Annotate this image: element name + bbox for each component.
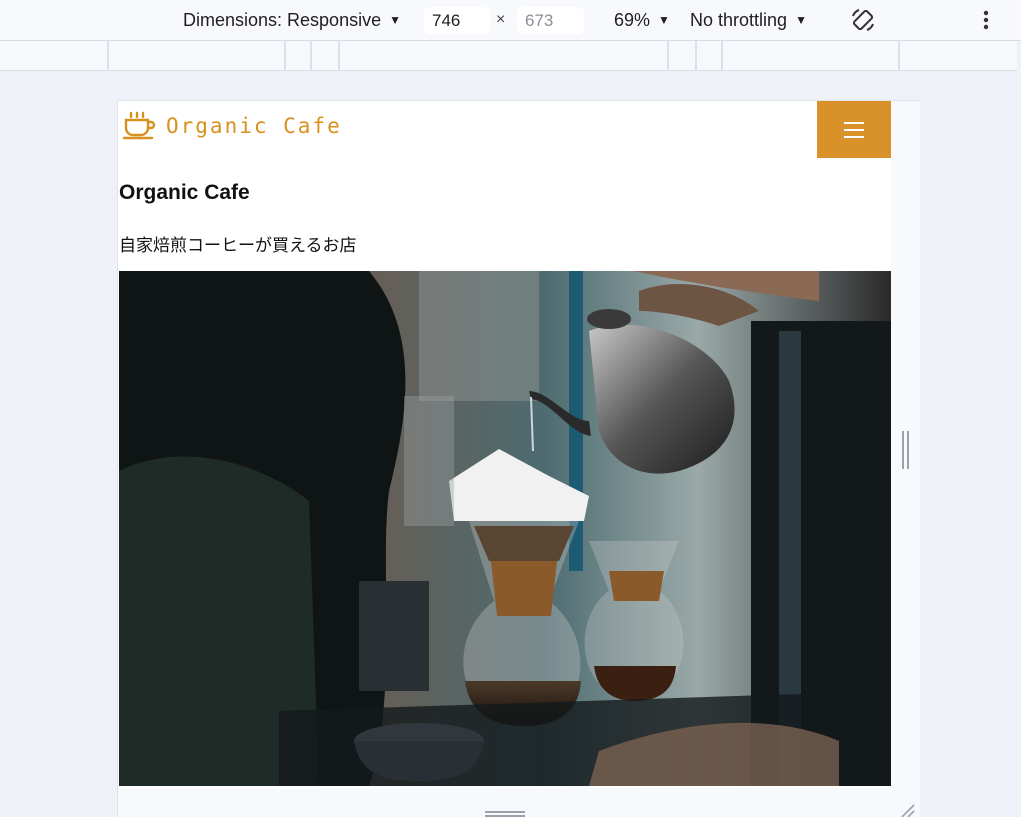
menu-button[interactable]	[817, 101, 891, 158]
rotate-button[interactable]	[848, 0, 878, 40]
more-options-button[interactable]	[976, 0, 996, 40]
media-query-marker[interactable]	[284, 41, 286, 70]
media-query-marker[interactable]	[310, 41, 312, 70]
dimensions-dropdown[interactable]: Dimensions: Responsive ▼	[183, 0, 401, 40]
more-vert-icon	[983, 10, 989, 30]
device-toolbar: Dimensions: Responsive ▼ × 69% ▼ No thro…	[0, 0, 1021, 41]
resize-handle-corner[interactable]	[896, 803, 916, 817]
rotate-icon	[852, 9, 874, 31]
chevron-down-icon: ▼	[795, 13, 807, 27]
media-query-marker[interactable]	[667, 41, 669, 70]
zoom-label: 69%	[614, 9, 651, 30]
resize-handle-bottom[interactable]	[485, 811, 525, 817]
chevron-down-icon: ▼	[658, 13, 670, 27]
media-query-bar[interactable]	[0, 41, 1017, 71]
coffee-cup-icon	[122, 111, 156, 140]
zoom-dropdown[interactable]: 69% ▼	[614, 0, 670, 40]
media-query-marker[interactable]	[107, 41, 109, 70]
logo-text: Organic Cafe	[166, 114, 342, 138]
hamburger-icon	[844, 121, 864, 138]
chevron-down-icon: ▼	[389, 13, 401, 27]
hero-image	[119, 271, 891, 786]
resize-handle-right[interactable]	[901, 431, 910, 469]
emulated-viewport: Organic Cafe Organic Cafe 自家焙煎コーヒーが買えるお店	[118, 101, 891, 817]
dimensions-label: Dimensions: Responsive	[183, 9, 382, 30]
throttling-dropdown[interactable]: No throttling ▼	[690, 0, 807, 40]
width-input[interactable]	[424, 7, 490, 34]
media-query-marker[interactable]	[721, 41, 723, 70]
throttling-label: No throttling	[690, 9, 788, 30]
hero-subtitle: 自家焙煎コーヒーが買えるお店	[119, 236, 357, 255]
times-separator: ×	[496, 11, 506, 28]
height-input[interactable]	[517, 7, 584, 34]
media-query-marker[interactable]	[695, 41, 697, 70]
media-query-marker[interactable]	[338, 41, 340, 70]
hero-title: Organic Cafe	[119, 181, 250, 204]
site-logo[interactable]: Organic Cafe	[122, 111, 342, 141]
coffee-pour-over-photo	[119, 271, 891, 786]
site-header: Organic Cafe	[118, 101, 891, 159]
media-query-marker[interactable]	[898, 41, 900, 70]
